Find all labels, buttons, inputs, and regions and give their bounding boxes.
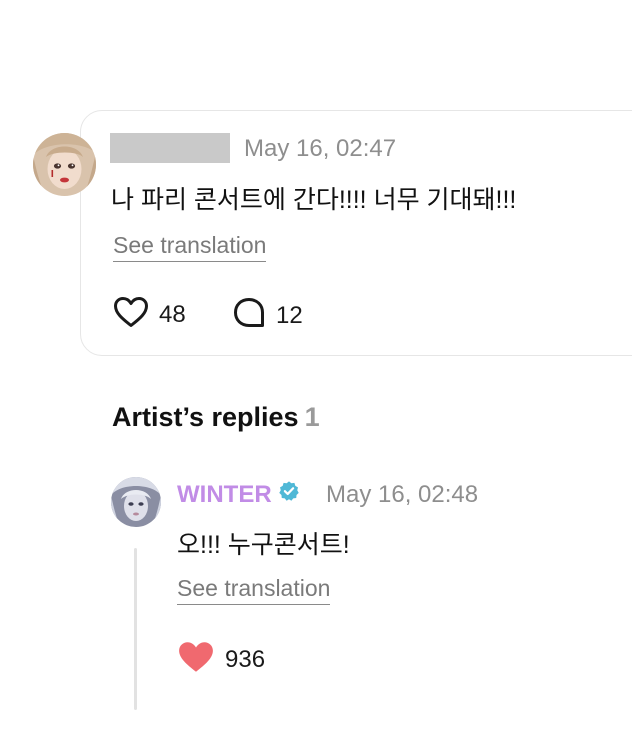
user-avatar[interactable] <box>33 133 96 196</box>
post-like-button[interactable]: 48 <box>113 296 186 333</box>
page: May 16, 02:47 나 파리 콘서트에 간다!!!! 너무 기대돼!!!… <box>0 0 632 730</box>
post-timestamp: May 16, 02:47 <box>244 135 397 162</box>
user-avatar-image <box>33 133 96 196</box>
artist-avatar-image <box>111 477 161 527</box>
reply-timestamp: May 16, 02:48 <box>326 481 479 508</box>
reply-see-translation-link[interactable]: See translation <box>177 575 331 605</box>
artist-name[interactable]: WINTER <box>177 480 300 509</box>
verified-badge-icon <box>278 480 300 509</box>
post-comment-count: 12 <box>276 301 303 329</box>
post-like-count: 48 <box>159 300 186 328</box>
heart-outline-icon <box>113 296 149 333</box>
post-see-translation-link[interactable]: See translation <box>113 232 267 262</box>
post-comment-button[interactable]: 12 <box>232 296 303 335</box>
artist-name-label: WINTER <box>177 480 272 508</box>
reply-like-count: 936 <box>225 645 266 673</box>
speech-bubble-icon <box>232 296 266 335</box>
post-text: 나 파리 콘서트에 간다!!!! 너무 기대돼!!! <box>111 186 517 214</box>
heart-filled-icon <box>177 640 215 679</box>
reply-text: 오!!! 누구콘서트! <box>177 531 350 559</box>
reply-like-button[interactable]: 936 <box>177 640 265 679</box>
artist-replies-title: Artist’s replies <box>112 402 299 432</box>
artist-replies-count: 1 <box>304 402 320 432</box>
thread-line <box>134 548 137 710</box>
artist-replies-heading: Artist’s replies 1 <box>112 402 320 433</box>
redacted-username <box>110 133 230 163</box>
artist-avatar[interactable] <box>111 477 161 527</box>
